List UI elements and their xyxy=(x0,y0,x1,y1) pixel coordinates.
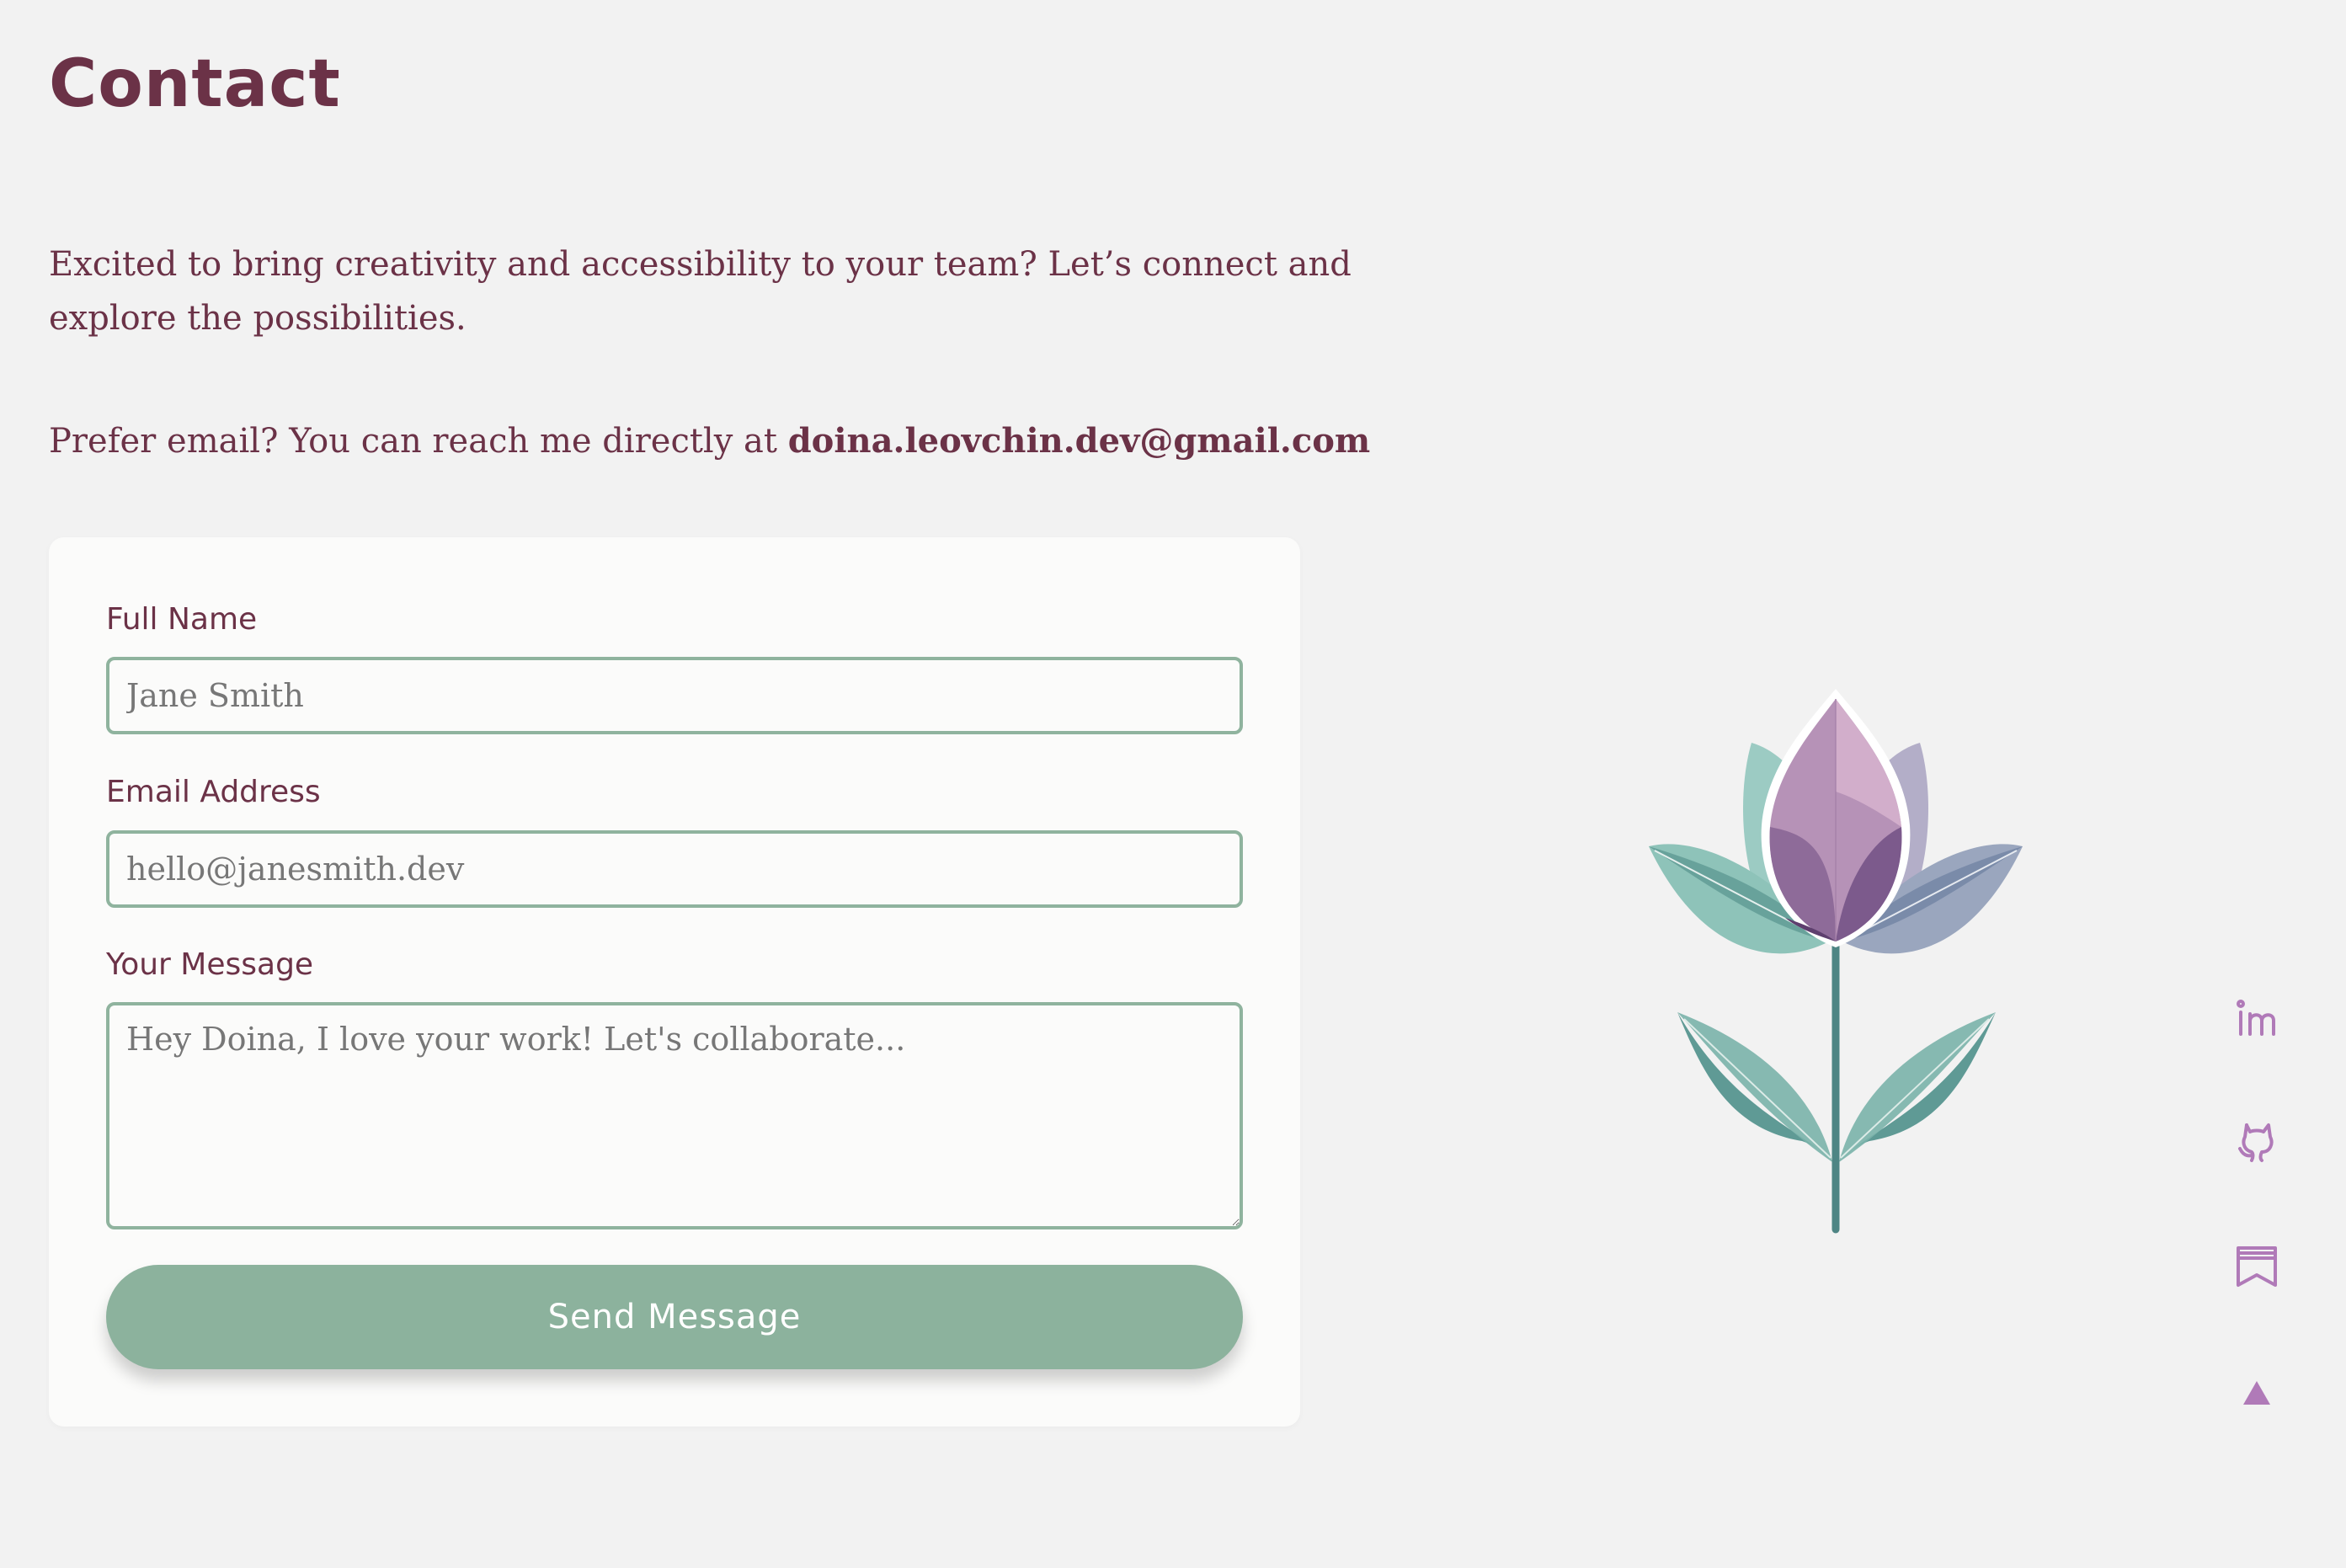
email-address-label: Email Address xyxy=(106,775,321,809)
contact-form: Full Name Email Address Your Message Sen… xyxy=(49,537,1300,1427)
email-line: Prefer email? You can reach me directly … xyxy=(49,414,1370,468)
page-title: Contact xyxy=(49,46,341,122)
send-message-button[interactable]: Send Message xyxy=(106,1265,1243,1369)
linkedin-icon[interactable] xyxy=(2231,994,2282,1044)
full-name-input[interactable] xyxy=(106,657,1243,734)
github-icon[interactable] xyxy=(2231,1117,2282,1167)
message-textarea[interactable] xyxy=(106,1002,1243,1229)
blog-icon[interactable] xyxy=(2231,1241,2282,1292)
flower-illustration xyxy=(1649,689,2023,1234)
scroll-to-top-icon[interactable] xyxy=(2231,1368,2282,1418)
email-prefix: Prefer email? You can reach me directly … xyxy=(49,422,788,461)
email-address-link[interactable]: doina.leovchin.dev@gmail.com xyxy=(788,421,1371,461)
full-name-label: Full Name xyxy=(106,602,258,637)
message-label: Your Message xyxy=(106,947,314,982)
email-address-input[interactable] xyxy=(106,830,1243,908)
intro-text: Excited to bring creativity and accessib… xyxy=(49,245,1352,338)
